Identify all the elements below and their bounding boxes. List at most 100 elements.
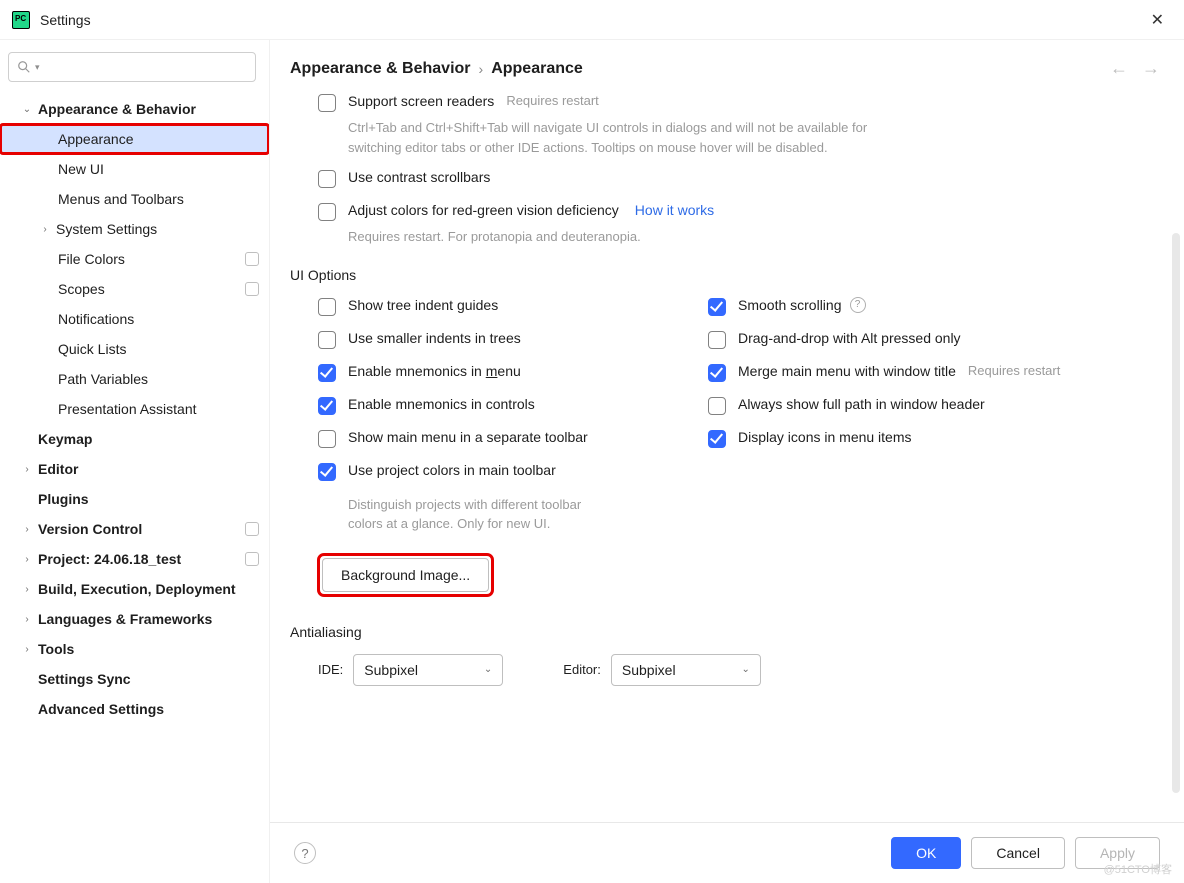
contrast-scrollbars-label: Use contrast scrollbars xyxy=(348,169,490,185)
chevron-right-icon[interactable]: › xyxy=(20,614,34,625)
sidebar-item-keymap[interactable]: Keymap xyxy=(0,424,269,454)
contrast-scrollbars-checkbox[interactable] xyxy=(318,170,336,188)
screen-readers-checkbox[interactable] xyxy=(318,94,336,112)
scheme-badge-icon xyxy=(245,522,259,536)
ui-option-label: Show main menu in a separate toolbar xyxy=(348,429,588,445)
ui-option-desc: Distinguish projects with different tool… xyxy=(348,495,598,534)
sidebar-item-project-24-06-18-test[interactable]: › Project: 24.06.18_test xyxy=(0,544,269,574)
settings-tree[interactable]: ⌄ Appearance & Behavior Appearance New UI Me… xyxy=(0,94,269,883)
ui-option-checkbox-right-0[interactable] xyxy=(708,298,726,316)
sidebar-item-label: File Colors xyxy=(58,251,245,267)
ui-option-checkbox-right-3[interactable] xyxy=(708,397,726,415)
chevron-down-icon[interactable]: ⌄ xyxy=(20,104,34,115)
sidebar-item-label: Version Control xyxy=(38,521,245,537)
search-filter-dropdown-icon[interactable]: ▾ xyxy=(35,62,40,73)
sidebar-item-path-variables[interactable]: Path Variables xyxy=(0,364,269,394)
sidebar-item-presentation-assistant[interactable]: Presentation Assistant xyxy=(0,394,269,424)
chevron-right-icon: › xyxy=(479,61,484,77)
help-icon[interactable]: ? xyxy=(850,297,866,313)
sidebar-item-scopes[interactable]: Scopes xyxy=(0,274,269,304)
ui-option-checkbox-left-3[interactable] xyxy=(318,397,336,415)
ui-option-checkbox-left-2[interactable] xyxy=(318,364,336,382)
chevron-right-icon[interactable]: › xyxy=(20,644,34,655)
ui-option-label: Always show full path in window header xyxy=(738,396,985,412)
screen-readers-label: Support screen readers xyxy=(348,93,494,109)
sidebar-item-quick-lists[interactable]: Quick Lists xyxy=(0,334,269,364)
scheme-badge-icon xyxy=(245,552,259,566)
search-icon xyxy=(17,60,31,74)
color-deficiency-checkbox[interactable] xyxy=(318,203,336,221)
sidebar-item-label: Advanced Settings xyxy=(38,701,259,717)
ui-option-checkbox-left-5[interactable] xyxy=(318,463,336,481)
ui-option-checkbox-right-1[interactable] xyxy=(708,331,726,349)
ui-option-checkbox-left-4[interactable] xyxy=(318,430,336,448)
sidebar-item-advanced-settings[interactable]: Advanced Settings xyxy=(0,694,269,724)
sidebar-item-file-colors[interactable]: File Colors xyxy=(0,244,269,274)
chevron-down-icon: ⌄ xyxy=(484,664,492,675)
pycharm-icon xyxy=(12,11,30,29)
sidebar-item-label: Keymap xyxy=(38,431,259,447)
sidebar-item-label: Notifications xyxy=(58,311,259,327)
sidebar-item-plugins[interactable]: Plugins xyxy=(0,484,269,514)
chevron-right-icon[interactable]: › xyxy=(20,584,34,595)
sidebar-item-label: Languages & Frameworks xyxy=(38,611,259,627)
chevron-right-icon[interactable]: › xyxy=(20,554,34,565)
color-deficiency-desc: Requires restart. For protanopia and deu… xyxy=(348,227,868,247)
cancel-button[interactable]: Cancel xyxy=(971,837,1065,869)
apply-button[interactable]: Apply xyxy=(1075,837,1160,869)
background-image-highlight: Background Image... xyxy=(318,554,493,596)
sidebar-item-notifications[interactable]: Notifications xyxy=(0,304,269,334)
sidebar-item-label: Appearance & Behavior xyxy=(38,101,259,117)
main-panel: Appearance & Behavior › Appearance ← → S… xyxy=(270,40,1184,883)
aa-editor-select[interactable]: Subpixel ⌄ xyxy=(611,654,761,686)
ui-option-checkbox-left-0[interactable] xyxy=(318,298,336,316)
background-image-button[interactable]: Background Image... xyxy=(322,558,489,592)
sidebar-item-system-settings[interactable]: › System Settings xyxy=(0,214,269,244)
sidebar-item-appearance-behavior[interactable]: ⌄ Appearance & Behavior xyxy=(0,94,269,124)
color-deficiency-label: Adjust colors for red-green vision defic… xyxy=(348,202,619,218)
chevron-down-icon: ⌄ xyxy=(741,664,749,675)
ui-option-checkbox-right-4[interactable] xyxy=(708,430,726,448)
sidebar-item-menus-and-toolbars[interactable]: Menus and Toolbars xyxy=(0,184,269,214)
sidebar-item-appearance[interactable]: Appearance xyxy=(0,124,269,154)
ui-option-label: Use project colors in main toolbar xyxy=(348,462,556,478)
breadcrumb-parent[interactable]: Appearance & Behavior xyxy=(290,60,471,78)
how-it-works-link[interactable]: How it works xyxy=(635,202,714,218)
sidebar-item-label: Project: 24.06.18_test xyxy=(38,551,245,567)
search-input[interactable]: ▾ xyxy=(8,52,256,82)
breadcrumb: Appearance & Behavior › Appearance ← → xyxy=(270,40,1184,93)
ui-option-checkbox-left-1[interactable] xyxy=(318,331,336,349)
ok-button[interactable]: OK xyxy=(891,837,961,869)
sidebar-item-label: Path Variables xyxy=(58,371,259,387)
sidebar-item-label: Appearance xyxy=(58,131,259,147)
footer: ? OK Cancel Apply xyxy=(270,822,1184,883)
ui-option-label: Smooth scrolling xyxy=(738,297,842,313)
scrollbar[interactable] xyxy=(1172,233,1180,793)
ui-option-label: Enable mnemonics in menu xyxy=(348,363,521,379)
ui-option-checkbox-right-2[interactable] xyxy=(708,364,726,382)
close-icon[interactable]: ✕ xyxy=(1143,6,1172,34)
ui-option-label: Enable mnemonics in controls xyxy=(348,396,535,412)
restart-hint: Requires restart xyxy=(968,363,1060,378)
sidebar-item-languages-frameworks[interactable]: › Languages & Frameworks xyxy=(0,604,269,634)
sidebar-item-tools[interactable]: ›Tools xyxy=(0,634,269,664)
sidebar-item-build-execution-deployment[interactable]: › Build, Execution, Deployment xyxy=(0,574,269,604)
sidebar-item-label: Build, Execution, Deployment xyxy=(38,581,259,597)
chevron-right-icon[interactable]: › xyxy=(20,464,34,475)
sidebar-item-editor[interactable]: ›Editor xyxy=(0,454,269,484)
sidebar-item-new-ui[interactable]: New UI xyxy=(0,154,269,184)
restart-hint: Requires restart xyxy=(506,93,598,108)
sidebar-item-settings-sync[interactable]: Settings Sync xyxy=(0,664,269,694)
aa-ide-select[interactable]: Subpixel ⌄ xyxy=(353,654,503,686)
sidebar-item-version-control[interactable]: › Version Control xyxy=(0,514,269,544)
window-title: Settings xyxy=(40,12,91,28)
chevron-right-icon[interactable]: › xyxy=(20,524,34,535)
chevron-right-icon[interactable]: › xyxy=(38,224,52,235)
help-button[interactable]: ? xyxy=(294,842,316,864)
sidebar-item-label: Settings Sync xyxy=(38,671,259,687)
nav-back-icon[interactable]: ← xyxy=(1110,58,1128,79)
sidebar-item-label: Menus and Toolbars xyxy=(58,191,259,207)
aa-ide-label: IDE: xyxy=(318,662,343,677)
nav-forward-icon[interactable]: → xyxy=(1142,58,1160,79)
sidebar-item-label: System Settings xyxy=(56,221,259,237)
